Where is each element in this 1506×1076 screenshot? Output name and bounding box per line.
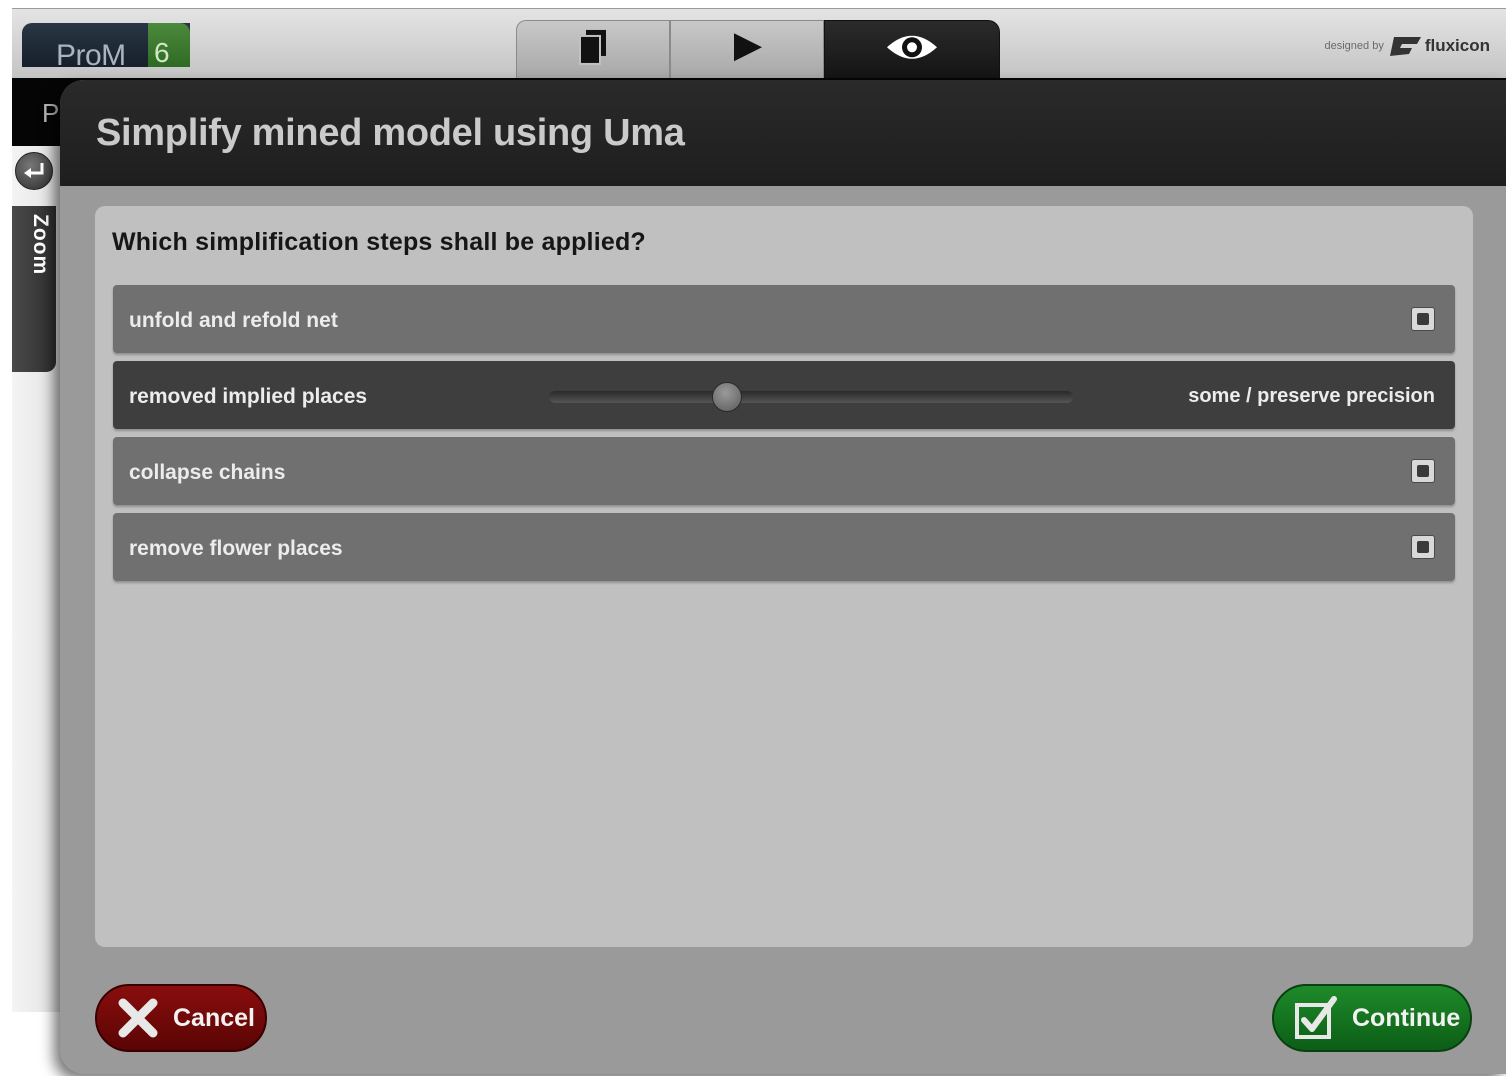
cancel-button[interactable]: Cancel xyxy=(95,984,267,1052)
collapse-chains-checkbox[interactable] xyxy=(1411,459,1435,483)
continue-label: Continue xyxy=(1352,1003,1461,1032)
slider-handle[interactable] xyxy=(712,382,743,412)
tab-workspace[interactable] xyxy=(516,20,670,78)
zoom-tab[interactable]: Zoom xyxy=(12,206,56,372)
background-side-panel: Zoom xyxy=(12,146,62,1012)
workspace-icon xyxy=(579,29,606,65)
tab-actions[interactable] xyxy=(670,20,824,78)
background-title: P xyxy=(42,98,60,128)
brand-prefix: designed by xyxy=(1324,40,1384,52)
zoom-label: Zoom xyxy=(29,214,52,276)
close-icon xyxy=(118,998,158,1038)
option-remove-implied-places: removed implied places some / preserve p… xyxy=(113,361,1455,429)
option-label: collapse chains xyxy=(129,461,286,484)
prom-logo: ProM 6 xyxy=(22,23,190,72)
option-remove-flower-places[interactable]: remove flower places xyxy=(113,513,1455,581)
unfold-refold-checkbox[interactable] xyxy=(1411,307,1435,331)
option-label: removed implied places xyxy=(129,385,368,408)
simplify-dialog: Simplify mined model using Uma Which sim… xyxy=(60,80,1506,1074)
top-bar: ProM 6 designed by fluxicon xyxy=(12,8,1506,78)
option-label: remove flower places xyxy=(129,537,343,560)
logo-version: 6 xyxy=(148,23,190,68)
tab-views[interactable] xyxy=(824,20,1000,78)
slider-value-label: some / preserve precision xyxy=(1188,385,1435,407)
question-text: Which simplification steps shall be appl… xyxy=(112,228,646,256)
cancel-label: Cancel xyxy=(173,1003,255,1032)
implied-places-slider[interactable] xyxy=(549,391,1073,403)
remove-flower-places-checkbox[interactable] xyxy=(1411,535,1435,559)
logo-text: ProM xyxy=(56,39,126,72)
fluxicon-logo-icon xyxy=(1389,37,1421,56)
back-button[interactable] xyxy=(15,152,53,190)
option-collapse-chains[interactable]: collapse chains xyxy=(113,437,1455,505)
play-icon xyxy=(734,32,762,61)
option-unfold-refold[interactable]: unfold and refold net xyxy=(113,285,1455,353)
dialog-header: Simplify mined model using Uma xyxy=(60,80,1506,186)
fluxicon-brand: designed by fluxicon xyxy=(1324,35,1490,57)
dialog-title: Simplify mined model using Uma xyxy=(96,112,685,154)
options-panel: Which simplification steps shall be appl… xyxy=(95,206,1473,947)
checkbox-checked-icon xyxy=(1295,996,1337,1039)
view-tabs xyxy=(516,20,1000,78)
eye-icon xyxy=(887,35,937,59)
option-label: unfold and refold net xyxy=(129,309,338,332)
brand-name: fluxicon xyxy=(1424,36,1490,55)
return-icon xyxy=(24,163,44,178)
continue-button[interactable]: Continue xyxy=(1272,984,1472,1052)
